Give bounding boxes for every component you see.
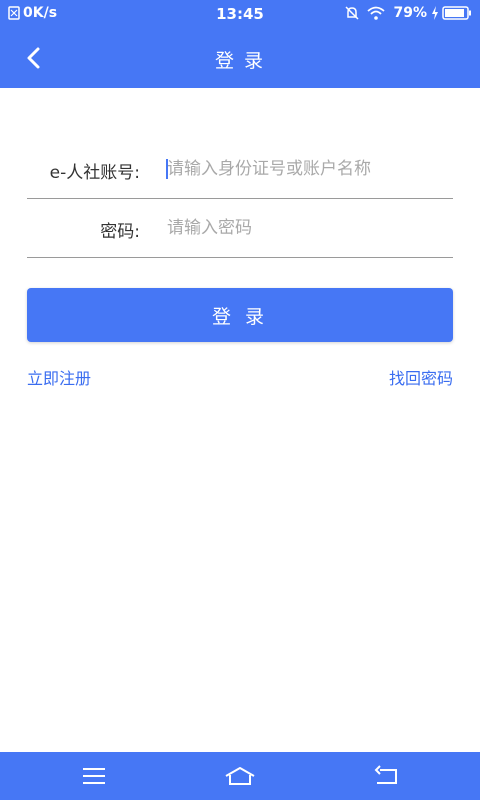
account-label: e-人社账号: xyxy=(49,163,140,183)
recover-password-link[interactable]: 找回密码 xyxy=(389,365,453,389)
system-nav-bar xyxy=(0,752,480,800)
password-row: 密码: xyxy=(27,199,453,258)
password-label: 密码: xyxy=(100,222,140,242)
status-bar: 0K/s 13:45 79% xyxy=(0,0,480,28)
text-cursor xyxy=(166,159,168,179)
menu-button[interactable] xyxy=(74,762,114,790)
register-link[interactable]: 立即注册 xyxy=(27,365,91,389)
battery-icon xyxy=(442,6,472,20)
home-button[interactable] xyxy=(220,762,260,790)
account-row: e-人社账号: xyxy=(27,140,453,199)
mute-icon xyxy=(345,5,360,21)
page-title: 登 录 xyxy=(214,50,266,72)
charging-icon xyxy=(431,6,439,20)
password-input[interactable] xyxy=(165,211,447,245)
wifi-icon xyxy=(367,6,386,20)
nav-bar: 登 录 xyxy=(0,28,480,88)
system-back-button[interactable] xyxy=(366,762,406,790)
home-icon xyxy=(220,767,260,794)
login-button[interactable]: 登 录 xyxy=(27,288,453,342)
menu-icon xyxy=(74,768,114,794)
account-input[interactable] xyxy=(165,152,447,186)
battery-percent: 79% xyxy=(393,5,427,21)
return-icon xyxy=(366,765,406,794)
status-right: 79% xyxy=(345,5,472,21)
